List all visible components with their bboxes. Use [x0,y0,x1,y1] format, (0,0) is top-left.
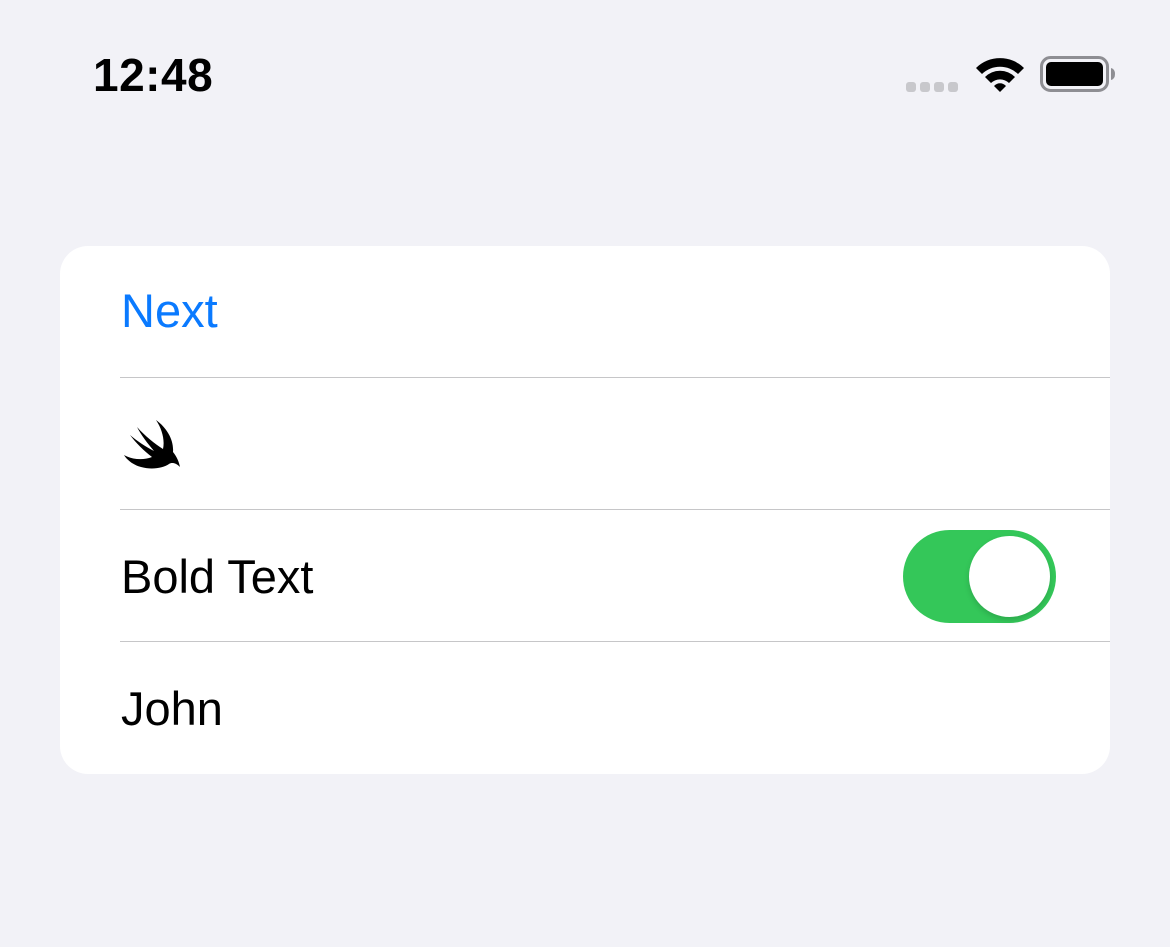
status-bar: 12:48 [0,0,1170,150]
image-row [60,378,1110,510]
status-time: 12:48 [93,49,214,101]
bold-text-toggle[interactable] [903,530,1056,623]
next-button[interactable]: Next [121,284,218,338]
name-row: John [60,642,1110,774]
signal-bar [934,82,944,92]
wifi-icon [976,58,1024,92]
cellular-signal-icon [906,82,960,92]
bold-text-row: Bold Text [60,510,1110,642]
name-label: John [121,682,223,735]
settings-list-card: Next Bold Text John [60,246,1110,774]
signal-bar [948,82,958,92]
signal-bar [906,82,916,92]
toggle-knob [969,536,1050,617]
battery-icon [1040,56,1115,92]
next-row[interactable]: Next [60,246,1110,378]
swift-logo-icon [124,420,180,469]
signal-bar [920,82,930,92]
bold-text-label: Bold Text [121,550,314,603]
